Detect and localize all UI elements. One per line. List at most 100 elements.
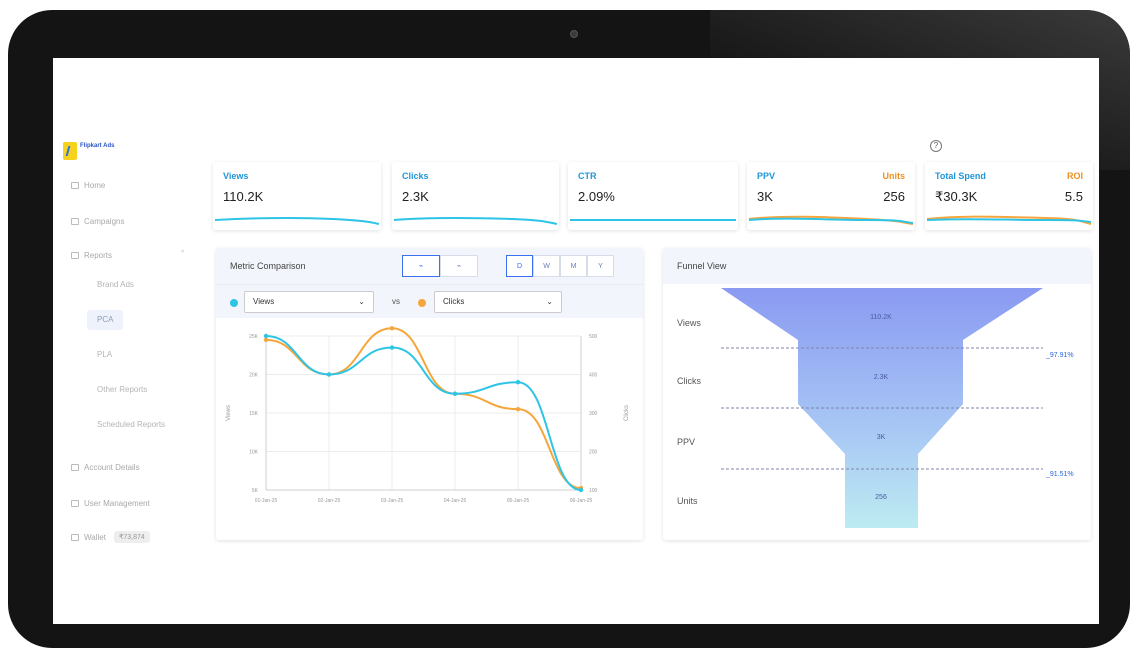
funnel-panel: Funnel View Views Clicks PPV Units 110.2…	[663, 248, 1091, 540]
sidebar-item-user-management[interactable]: User Management	[71, 496, 150, 510]
line-chart-button[interactable]: ⌁	[402, 255, 440, 277]
metric-line-chart: 5K 10K 15K 20K 25K 100 200 300 400 500 01-Jan-25 02…	[226, 326, 630, 504]
data-point-views	[578, 487, 584, 493]
bar-chart-button[interactable]: ⌁	[440, 255, 478, 277]
kpi-sparkline	[393, 217, 558, 225]
chevron-down-icon: ⌄	[358, 297, 365, 306]
flipkart-ads-logo[interactable]: Flipkart Ads	[63, 142, 118, 162]
sidebar-item-campaigns[interactable]: Campaigns	[71, 214, 124, 228]
x-tick-label: 02-Jan-25	[318, 498, 341, 504]
data-point-views	[263, 333, 269, 339]
granularity-day-button[interactable]: D	[506, 255, 533, 277]
kpi-value: 2.09%	[578, 189, 615, 204]
kpi-sparkline	[926, 215, 1092, 225]
funnel-stage-value: 3K	[876, 434, 886, 441]
kpi-sparkline	[748, 215, 914, 225]
chart-type-toggle: ⌁ ⌁	[402, 255, 478, 277]
kpi-value: 3K	[757, 189, 773, 204]
y2-tick-label: 300	[589, 411, 598, 417]
y2-tick-label: 500	[589, 334, 598, 340]
sidebar-subitem-scheduled-reports[interactable]: Scheduled Reports	[97, 418, 165, 432]
kpi-label: Views	[223, 171, 249, 181]
kpi-label: Clicks	[402, 171, 429, 181]
chevron-down-icon: ⌄	[546, 297, 553, 306]
kpi-value-secondary: 5.5	[1064, 189, 1083, 204]
home-icon	[71, 181, 79, 189]
x-tick-label: 01-Jan-25	[255, 498, 278, 504]
kpi-label: CTR	[578, 171, 597, 181]
sidebar-subitem-pca[interactable]: PCA	[87, 310, 124, 330]
sidebar-item-account-details[interactable]: Account Details	[71, 460, 140, 474]
metric-comparison-panel: Metric Comparison ⌁ ⌁ D W M Y Views ⌄ vs…	[216, 248, 643, 540]
sidebar-subitem-brand-ads[interactable]: Brand Ads	[97, 278, 134, 292]
data-point-views	[326, 372, 332, 377]
conversion-rate: _97.91%	[1046, 352, 1074, 359]
y-tick-label: 5K	[252, 488, 259, 494]
granularity-week-button[interactable]: W	[533, 255, 560, 277]
question-circle-icon[interactable]: ?	[930, 140, 942, 152]
y-tick-label: 20K	[249, 373, 259, 379]
funnel-stage-label: Views	[677, 318, 701, 328]
panel-header: Funnel View	[663, 248, 1091, 284]
granularity-toggle: D W M Y	[506, 255, 614, 277]
data-point-views	[452, 391, 458, 396]
wallet-icon	[71, 533, 79, 541]
y2-tick-label: 400	[589, 373, 598, 379]
kpi-card-views[interactable]: Views 110.2K	[213, 162, 381, 230]
kpi-card-ppv-units[interactable]: PPV Units 3K 256	[747, 162, 915, 230]
y-tick-label: 25K	[249, 334, 259, 340]
kpi-card-clicks[interactable]: Clicks 2.3K	[392, 162, 559, 230]
logo-mark	[63, 142, 77, 160]
sidebar-subitem-other-reports[interactable]: Other Reports	[97, 383, 147, 397]
funnel-chart	[721, 288, 1043, 528]
sidebar-item-wallet[interactable]: Wallet ₹73,874	[71, 530, 150, 544]
vs-label: vs	[392, 297, 400, 306]
tablet-frame: Flipkart Ads ? Home Campaigns Reports ^ …	[8, 10, 1130, 648]
sidebar-subitem-pla[interactable]: PLA	[97, 348, 112, 362]
panel-header: Metric Comparison ⌁ ⌁ D W M Y	[216, 248, 643, 284]
kpi-label-secondary: ROI	[1066, 171, 1083, 181]
kpi-label: Total Spend	[935, 171, 986, 181]
kpi-value-secondary: 256	[883, 189, 905, 204]
y2-tick-label: 100	[589, 488, 598, 494]
panel-title: Metric Comparison	[230, 261, 306, 271]
metric-a-value: Views	[253, 297, 275, 306]
sidebar-item-label: Reports	[84, 250, 113, 260]
account-icon	[71, 463, 79, 471]
metric-selector-row: Views ⌄ vs Clicks ⌄	[216, 284, 643, 318]
sidebar-item-reports[interactable]: Reports	[71, 248, 112, 262]
conversion-rate: _91.51%	[1046, 471, 1074, 478]
funnel-stage-value: 2.3K	[873, 374, 889, 381]
panel-title: Funnel View	[677, 261, 727, 271]
sidebar-item-home[interactable]: Home	[71, 178, 105, 192]
reports-icon	[71, 251, 79, 259]
clicks-legend-dot	[418, 299, 426, 307]
kpi-card-ctr[interactable]: CTR 2.09%	[568, 162, 738, 230]
granularity-month-button[interactable]: M	[560, 255, 587, 277]
y-tick-label: 15K	[249, 411, 259, 417]
campaign-icon	[71, 217, 79, 225]
chevron-up-icon[interactable]: ^	[181, 250, 184, 257]
data-point-clicks	[389, 326, 395, 331]
x-tick-label: 05-Jan-25	[507, 498, 530, 504]
series-line-clicks	[265, 327, 582, 490]
funnel-stage-value: 110.2K	[870, 314, 892, 321]
funnel-stage-label: PPV	[677, 437, 696, 447]
kpi-sparkline	[214, 216, 380, 225]
kpi-sparkline	[570, 219, 736, 221]
kpi-value: 110.2K	[223, 189, 264, 204]
metric-a-select[interactable]: Views ⌄	[244, 291, 374, 313]
funnel-stage-value: 256	[875, 494, 887, 501]
logo-text: Flipkart Ads	[80, 143, 115, 149]
data-point-clicks	[263, 337, 269, 343]
data-point-views	[389, 345, 395, 350]
granularity-year-button[interactable]: Y	[587, 255, 614, 277]
kpi-card-spend-roi[interactable]: Total Spend ROI ₹30.3K 5.5	[925, 162, 1093, 230]
sidebar-item-label: Campaigns	[84, 216, 125, 226]
sidebar-item-label: User Management	[84, 498, 150, 508]
views-legend-dot	[230, 299, 238, 307]
kpi-label-secondary: Units	[882, 171, 906, 181]
users-icon	[71, 499, 79, 507]
data-point-clicks	[515, 406, 521, 412]
metric-b-select[interactable]: Clicks ⌄	[434, 291, 562, 313]
